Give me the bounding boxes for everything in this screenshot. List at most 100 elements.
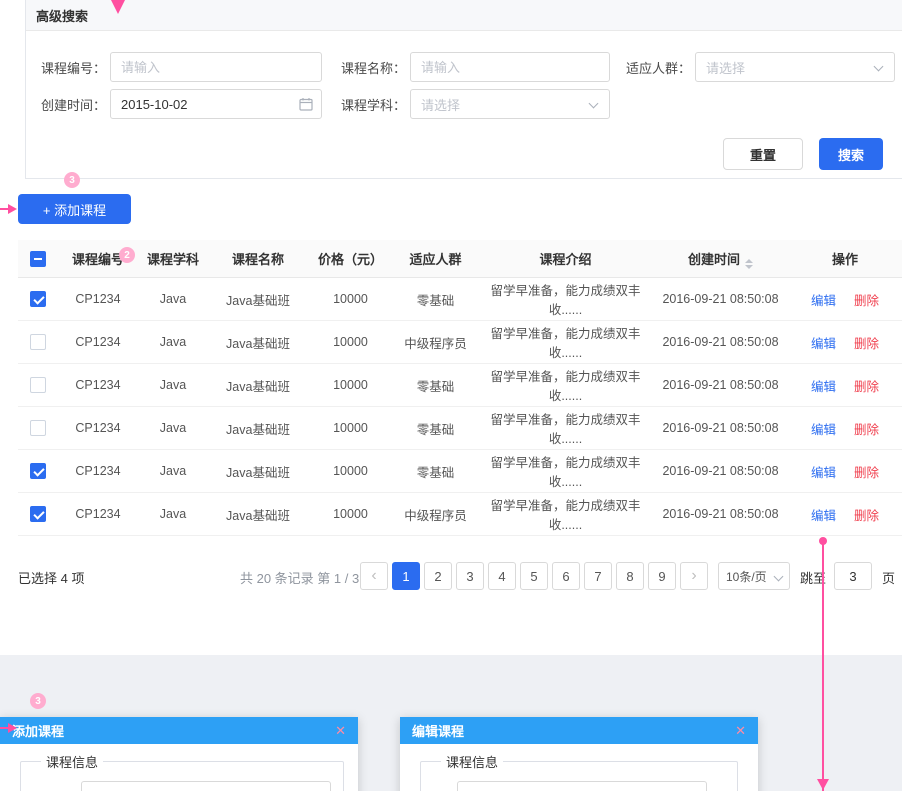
advanced-search-title: 高级搜索 bbox=[36, 6, 88, 25]
course-code-field: 课程编号： bbox=[28, 52, 322, 82]
select-all-checkbox[interactable] bbox=[30, 251, 46, 267]
page-button-3[interactable]: 3 bbox=[456, 562, 484, 590]
cell-audience: 零基础 bbox=[393, 290, 478, 309]
cell-intro: 留学早准备，能力成绩双丰收...... bbox=[478, 495, 653, 533]
annotation-connector-line bbox=[822, 541, 824, 791]
page-size-select[interactable]: 10条/页 bbox=[718, 562, 790, 590]
pagination: ‹ 1 2 3 4 5 6 7 8 9 › bbox=[360, 562, 708, 590]
cell-subject: Java bbox=[138, 378, 208, 392]
next-page-button[interactable]: › bbox=[680, 562, 708, 590]
edit-link[interactable]: 编辑 bbox=[811, 294, 836, 308]
cell-price: 10000 bbox=[308, 335, 393, 349]
advanced-search-panel: 高级搜索 课程编号： 课程名称： 适应人群： 请选择 创建时间： bbox=[25, 0, 902, 179]
page-button-8[interactable]: 8 bbox=[616, 562, 644, 590]
add-course-button[interactable]: + 添加课程 bbox=[18, 194, 131, 224]
row-checkbox[interactable] bbox=[30, 291, 46, 307]
delete-link[interactable]: 删除 bbox=[854, 466, 879, 480]
page-button-5[interactable]: 5 bbox=[520, 562, 548, 590]
close-icon[interactable]: ✕ bbox=[735, 723, 746, 739]
cell-created: 2016-09-21 08:50:08 bbox=[653, 421, 788, 435]
course-code-input[interactable] bbox=[110, 52, 322, 82]
row-checkbox[interactable] bbox=[30, 420, 46, 436]
col-created: 创建时间 bbox=[653, 249, 788, 269]
jump-page-input[interactable] bbox=[834, 562, 872, 590]
delete-link[interactable]: 删除 bbox=[854, 509, 879, 523]
delete-link[interactable]: 删除 bbox=[854, 380, 879, 394]
audience-select-placeholder: 请选择 bbox=[706, 58, 745, 77]
calendar-icon bbox=[299, 97, 313, 111]
edit-link[interactable]: 编辑 bbox=[811, 509, 836, 523]
subject-select[interactable]: 请选择 bbox=[410, 89, 610, 119]
chevron-down-icon bbox=[589, 99, 599, 109]
annotation-arrow-right-icon bbox=[0, 723, 18, 733]
col-audience: 适应人群 bbox=[393, 249, 478, 268]
page-button-9[interactable]: 9 bbox=[648, 562, 676, 590]
cell-price: 10000 bbox=[308, 507, 393, 521]
edit-link[interactable]: 编辑 bbox=[811, 337, 836, 351]
delete-link[interactable]: 删除 bbox=[854, 337, 879, 351]
edit-link[interactable]: 编辑 bbox=[811, 423, 836, 437]
dialog-form-input[interactable] bbox=[81, 781, 331, 791]
add-course-dialog-header: 添加课程 ✕ bbox=[0, 717, 358, 744]
cell-course-name: Java基础班 bbox=[208, 505, 308, 524]
cell-course-name: Java基础班 bbox=[208, 419, 308, 438]
cell-created: 2016-09-21 08:50:08 bbox=[653, 292, 788, 306]
page-button-2[interactable]: 2 bbox=[424, 562, 452, 590]
edit-link[interactable]: 编辑 bbox=[811, 466, 836, 480]
audience-label: 适应人群： bbox=[621, 58, 691, 77]
sort-icon[interactable] bbox=[745, 259, 753, 269]
edit-course-dialog-body: 课程信息 bbox=[400, 744, 758, 791]
cell-course-name: Java基础班 bbox=[208, 462, 308, 481]
row-checkbox[interactable] bbox=[30, 334, 46, 350]
page-button-1[interactable]: 1 bbox=[392, 562, 420, 590]
annotation-badge-3b: 3 bbox=[30, 693, 46, 709]
edit-course-dialog-title: 编辑课程 bbox=[412, 721, 464, 740]
add-course-dialog-body: 课程信息 bbox=[0, 744, 358, 791]
course-name-input[interactable] bbox=[410, 52, 610, 82]
chevron-down-icon bbox=[874, 62, 884, 72]
edit-link[interactable]: 编辑 bbox=[811, 380, 836, 394]
course-info-legend: 课程信息 bbox=[41, 752, 103, 771]
delete-link[interactable]: 删除 bbox=[854, 294, 879, 308]
annotation-arrow-down-icon bbox=[817, 779, 829, 790]
jump-unit-label: 页 bbox=[882, 568, 895, 587]
audience-field: 适应人群： 请选择 bbox=[621, 52, 895, 82]
row-checkbox[interactable] bbox=[30, 377, 46, 393]
table-row: CP1234 Java Java基础班 10000 零基础 留学早准备，能力成绩… bbox=[18, 364, 902, 407]
page-button-7[interactable]: 7 bbox=[584, 562, 612, 590]
page-button-6[interactable]: 6 bbox=[552, 562, 580, 590]
cell-created: 2016-09-21 08:50:08 bbox=[653, 335, 788, 349]
reset-button[interactable]: 重置 bbox=[723, 138, 803, 170]
search-button[interactable]: 搜索 bbox=[819, 138, 883, 170]
close-icon[interactable]: ✕ bbox=[335, 723, 346, 739]
table-header-row: 课程编号 课程学科 课程名称 价格（元） 适应人群 课程介绍 创建时间 操作 bbox=[18, 240, 902, 278]
cell-subject: Java bbox=[138, 421, 208, 435]
table-row: CP1234 Java Java基础班 10000 零基础 留学早准备，能力成绩… bbox=[18, 278, 902, 321]
col-actions: 操作 bbox=[788, 249, 902, 268]
delete-link[interactable]: 删除 bbox=[854, 423, 879, 437]
course-management-screen: 高级搜索 课程编号： 课程名称： 适应人群： 请选择 创建时间： bbox=[0, 0, 902, 791]
cell-created: 2016-09-21 08:50:08 bbox=[653, 378, 788, 392]
prev-page-button[interactable]: ‹ bbox=[360, 562, 388, 590]
row-checkbox[interactable] bbox=[30, 506, 46, 522]
annotation-arrow-down-icon bbox=[111, 0, 125, 14]
col-subject: 课程学科 bbox=[138, 249, 208, 268]
subject-label: 课程学科： bbox=[331, 95, 406, 114]
create-time-input[interactable] bbox=[110, 89, 322, 119]
add-course-dialog: 添加课程 ✕ 课程信息 bbox=[0, 717, 358, 791]
audience-select[interactable]: 请选择 bbox=[695, 52, 895, 82]
selected-count-text: 已选择 4 项 bbox=[18, 568, 84, 587]
dialog-form-input[interactable] bbox=[457, 781, 707, 791]
cell-audience: 零基础 bbox=[393, 462, 478, 481]
cell-course-code: CP1234 bbox=[58, 378, 138, 392]
cell-intro: 留学早准备，能力成绩双丰收...... bbox=[478, 323, 653, 361]
cell-course-code: CP1234 bbox=[58, 335, 138, 349]
subject-select-placeholder: 请选择 bbox=[421, 95, 460, 114]
page-button-4[interactable]: 4 bbox=[488, 562, 516, 590]
course-info-fieldset: 课程信息 bbox=[420, 752, 738, 791]
table-row: CP1234 Java Java基础班 10000 零基础 留学早准备，能力成绩… bbox=[18, 407, 902, 450]
col-intro: 课程介绍 bbox=[478, 249, 653, 268]
row-checkbox[interactable] bbox=[30, 463, 46, 479]
course-name-label: 课程名称： bbox=[331, 58, 406, 77]
subject-field: 课程学科： 请选择 bbox=[331, 89, 610, 119]
